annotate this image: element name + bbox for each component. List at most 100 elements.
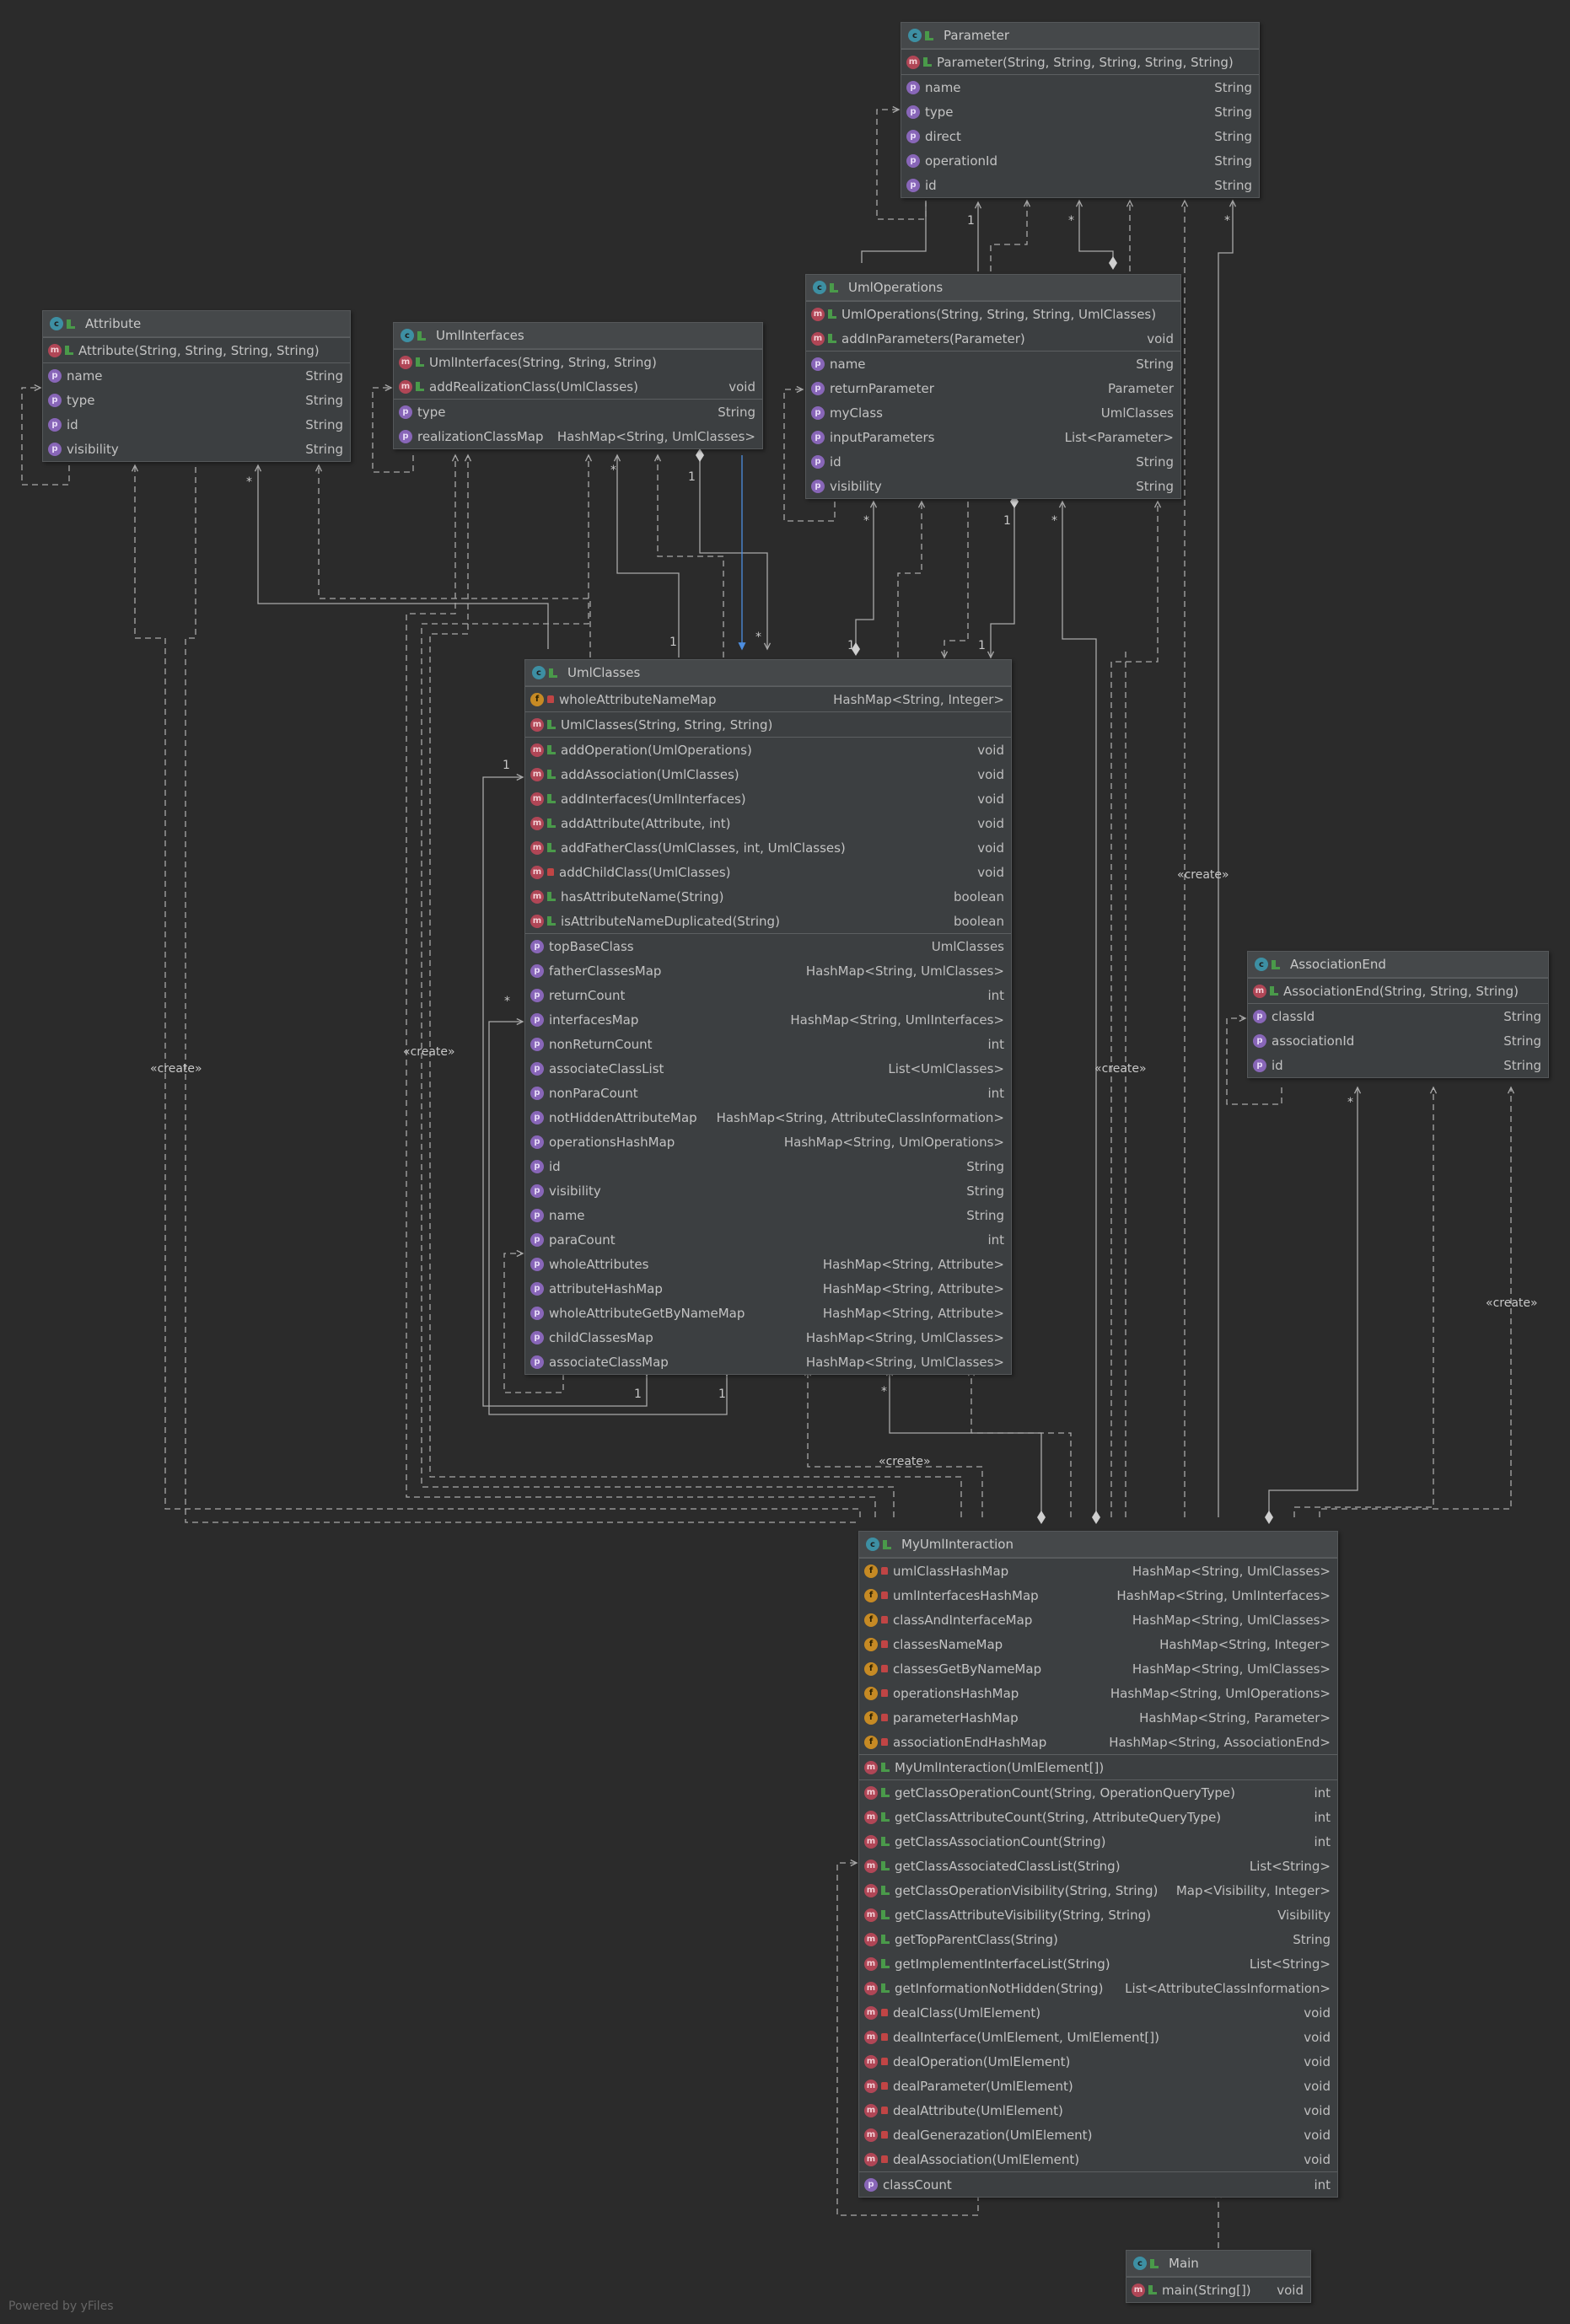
class-header[interactable]: c UmlClasses [525,660,1011,686]
class-header[interactable]: c Attribute [43,311,350,337]
member-method[interactable]: m dealAssociation(UmlElement) void [859,2147,1337,2171]
member-field[interactable]: p nonParaCount int [525,1081,1011,1105]
member-field[interactable]: f associationEndHashMap HashMap<String, As… [859,1730,1337,1754]
member-method[interactable]: m dealClass(UmlElement) void [859,2000,1337,2025]
member-field[interactable]: p topBaseClass UmlClasses [525,934,1011,958]
member-field[interactable]: p classId String [1248,1004,1548,1028]
member-method[interactable]: m getInformationNotHidden(String) List<Att… [859,1976,1337,2000]
member-field[interactable]: p id String [525,1154,1011,1178]
member-field[interactable]: p name String [901,75,1259,99]
member-field[interactable]: p returnParameter Parameter [806,376,1180,400]
member-field[interactable]: p attributeHashMap HashMap<String, Attribu… [525,1276,1011,1301]
member-field[interactable]: p direct String [901,124,1259,148]
member-method[interactable]: m addRealizationClass(UmlClasses) void [394,374,762,399]
member-method[interactable]: m getClassAttributeVisibility(String, Str… [859,1903,1337,1927]
member-method[interactable]: m isAttributeNameDuplicated(String) boolea… [525,909,1011,933]
member-method[interactable]: m addInterfaces(UmlInterfaces) void [525,786,1011,811]
member-method[interactable]: m Attribute(String, String, String, Strin… [43,338,350,362]
section-methods: m getClassOperationCount(String, Operatio… [859,1779,1337,2171]
class-header[interactable]: c Parameter [901,23,1259,49]
member-method[interactable]: m UmlOperations(String, String, String, U… [806,302,1180,326]
member-method[interactable]: m getClassOperationCount(String, Operatio… [859,1780,1337,1805]
member-method[interactable]: m getTopParentClass(String) String [859,1927,1337,1951]
member-field[interactable]: f wholeAttributeNameMap HashMap<String, In… [525,687,1011,711]
member-method[interactable]: m addAttribute(Attribute, int) void [525,811,1011,835]
member-field[interactable]: p classCount int [859,2172,1337,2197]
member-method[interactable]: m main(String[]) void [1126,2278,1310,2302]
member-method[interactable]: m dealParameter(UmlElement) void [859,2074,1337,2098]
member-method[interactable]: m getClassAssociationCount(String) int [859,1829,1337,1854]
member-method[interactable]: m AssociationEnd(String, String, String) [1248,979,1548,1003]
member-field[interactable]: f operationsHashMap HashMap<String, UmlOpe… [859,1681,1337,1705]
member-field[interactable]: f umlClassHashMap HashMap<String, UmlClass… [859,1559,1337,1583]
member-field[interactable]: p returnCount int [525,983,1011,1007]
class-header[interactable]: c UmlOperations [806,275,1180,301]
member-field[interactable]: p inputParameters List<Parameter> [806,425,1180,449]
member-field[interactable]: p operationsHashMap HashMap<String, UmlOpe… [525,1130,1011,1154]
member-field[interactable]: p paraCount int [525,1227,1011,1252]
member-field[interactable]: p interfacesMap HashMap<String, UmlInterfa… [525,1007,1011,1032]
class-association-end[interactable]: c AssociationEnd m AssociationEnd(String, S… [1247,951,1549,1078]
member-field[interactable]: p id String [1248,1053,1548,1077]
member-method[interactable]: m addFatherClass(UmlClasses, int, UmlClas… [525,835,1011,860]
member-field[interactable]: p realizationClassMap HashMap<String, UmlC… [394,424,762,448]
member-field[interactable]: p id String [901,173,1259,197]
member-field[interactable]: p associateClassMap HashMap<String, UmlCla… [525,1350,1011,1374]
member-method[interactable]: m dealOperation(UmlElement) void [859,2049,1337,2074]
member-method[interactable]: m addInParameters(Parameter) void [806,326,1180,351]
member-method[interactable]: m getClassAssociatedClassList(String) List… [859,1854,1337,1878]
member-field[interactable]: p nonReturnCount int [525,1032,1011,1056]
member-method[interactable]: m getImplementInterfaceList(String) List<S… [859,1951,1337,1976]
connector-line [807,1370,983,1517]
member-field[interactable]: p visibility String [525,1178,1011,1203]
member-field[interactable]: p type String [901,99,1259,124]
member-field[interactable]: p myClass UmlClasses [806,400,1180,425]
member-method[interactable]: m Parameter(String, String, String, Strin… [901,50,1259,74]
class-uml-classes[interactable]: c UmlClasses f wholeAttributeNameMap HashMap… [524,659,1012,1375]
member-method[interactable]: m UmlInterfaces(String, String, String) [394,350,762,374]
class-uml-interfaces[interactable]: c UmlInterfaces m UmlInterfaces(String, Str… [393,322,763,449]
member-field[interactable]: p name String [43,363,350,388]
member-field[interactable]: f classAndInterfaceMap HashMap<String, Uml… [859,1607,1337,1632]
class-my-uml-interaction[interactable]: c MyUmlInteraction f umlClassHashMap HashMap… [858,1531,1338,2198]
member-field[interactable]: p operationId String [901,148,1259,173]
member-field[interactable]: p id String [43,412,350,437]
member-field[interactable]: f classesNameMap HashMap<String, Integer> [859,1632,1337,1656]
member-field[interactable]: p type String [43,388,350,412]
member-method[interactable]: m UmlClasses(String, String, String) [525,712,1011,737]
member-field[interactable]: p childClassesMap HashMap<String, UmlClass… [525,1325,1011,1350]
class-header[interactable]: c UmlInterfaces [394,323,762,349]
class-main[interactable]: c Main m main(String[]) void [1126,2250,1311,2303]
member-method[interactable]: m addAssociation(UmlClasses) void [525,762,1011,786]
member-field[interactable]: p fatherClassesMap HashMap<String, UmlClas… [525,958,1011,983]
member-method[interactable]: m MyUmlInteraction(UmlElement[]) [859,1755,1337,1779]
member-field[interactable]: p visibility String [43,437,350,461]
member-field[interactable]: p visibility String [806,474,1180,498]
member-method[interactable]: m dealInterface(UmlElement, UmlElement[])… [859,2025,1337,2049]
member-field[interactable]: f umlInterfacesHashMap HashMap<String, Uml… [859,1583,1337,1607]
member-field[interactable]: p id String [806,449,1180,474]
member-field[interactable]: p name String [806,352,1180,376]
class-parameter[interactable]: c Parameter m Parameter(String, String, Str… [901,22,1260,198]
member-field[interactable]: p wholeAttributeGetByNameMap HashMap<Strin… [525,1301,1011,1325]
member-field[interactable]: f classesGetByNameMap HashMap<String, UmlC… [859,1656,1337,1681]
class-header[interactable]: c Main [1126,2251,1310,2277]
member-method[interactable]: m getClassAttributeCount(String, Attribut… [859,1805,1337,1829]
class-uml-operations[interactable]: c UmlOperations m UmlOperations(String, Str… [805,274,1181,499]
member-method[interactable]: m dealGenerazation(UmlElement) void [859,2123,1337,2147]
member-method[interactable]: m dealAttribute(UmlElement) void [859,2098,1337,2123]
class-header[interactable]: c MyUmlInteraction [859,1532,1337,1558]
member-field[interactable]: p type String [394,400,762,424]
member-method[interactable]: m hasAttributeName(String) boolean [525,884,1011,909]
member-method[interactable]: m addOperation(UmlOperations) void [525,738,1011,762]
class-header[interactable]: c AssociationEnd [1248,952,1548,978]
member-field[interactable]: f parameterHashMap HashMap<String, Paramet… [859,1705,1337,1730]
member-field[interactable]: p wholeAttributes HashMap<String, Attribut… [525,1252,1011,1276]
member-field[interactable]: p associateClassList List<UmlClasses> [525,1056,1011,1081]
member-field[interactable]: p associationId String [1248,1028,1548,1053]
member-method[interactable]: m getClassOperationVisibility(String, Str… [859,1878,1337,1903]
member-field[interactable]: p name String [525,1203,1011,1227]
member-field[interactable]: p notHiddenAttributeMap HashMap<String, At… [525,1105,1011,1130]
member-method[interactable]: m addChildClass(UmlClasses) void [525,860,1011,884]
class-attribute[interactable]: c Attribute m Attribute(String, String, Str… [42,310,351,462]
